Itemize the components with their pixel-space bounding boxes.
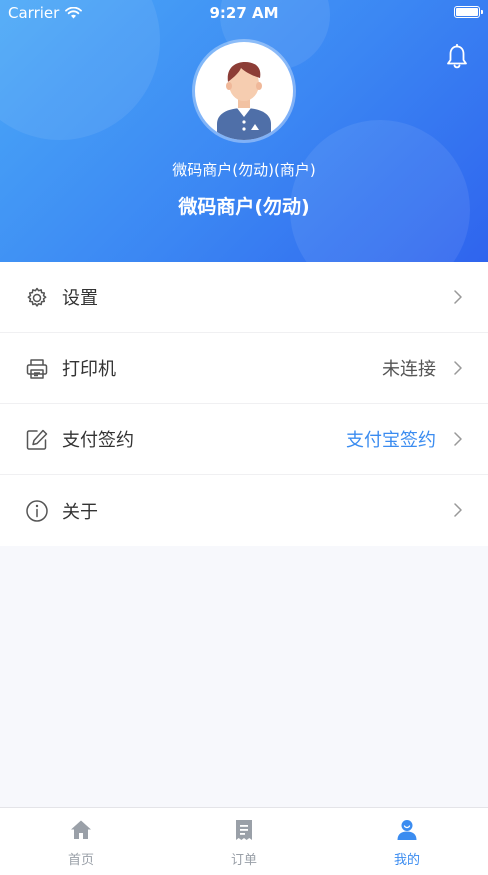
gear-icon: [27, 287, 47, 307]
tab-label: 首页: [67, 853, 94, 868]
alipay-contract-link[interactable]: 支付宝签约: [346, 426, 436, 452]
profile-name: 微码商户(勿动): [178, 196, 310, 218]
printer-icon: [26, 359, 48, 379]
tab-label: 我的: [393, 853, 420, 868]
tab-orders[interactable]: 订单: [163, 808, 325, 875]
menu-label: 支付签约: [62, 430, 134, 451]
status-time: 9:27 AM: [209, 4, 279, 22]
menu-list: 设置 打印机 未连接 支付签约 支付宝签约 关于: [0, 262, 488, 546]
menu-label: 打印机: [62, 359, 116, 380]
menu-item-settings[interactable]: 设置: [0, 262, 488, 333]
menu-item-about[interactable]: 关于: [0, 475, 488, 546]
menu-label: 设置: [62, 288, 98, 309]
menu-item-printer[interactable]: 打印机 未连接: [0, 333, 488, 404]
menu-item-payment-contract[interactable]: 支付签约 支付宝签约: [0, 404, 488, 475]
decorative-bubble: [290, 120, 470, 262]
info-icon: [26, 500, 48, 522]
bell-icon[interactable]: [446, 44, 468, 70]
tab-label: 订单: [230, 853, 257, 868]
chevron-right-icon: [454, 503, 462, 517]
profile-subtitle: 微码商户(勿动)(商户): [172, 161, 316, 179]
profile-icon: [397, 820, 417, 840]
tab-home[interactable]: 首页: [0, 808, 162, 875]
printer-status: 未连接: [382, 359, 436, 380]
user-avatar-icon: [217, 62, 271, 140]
battery-icon: [454, 6, 483, 18]
profile-header: Carrier 9:27 AM 微码商户(勿动)(商户) 微码商户(勿动): [0, 0, 488, 262]
chevron-right-icon: [454, 361, 462, 375]
tab-bar: 首页 订单 我的: [0, 807, 488, 875]
chevron-right-icon: [454, 290, 462, 304]
status-bar: Carrier 9:27 AM: [0, 0, 488, 26]
tab-mine[interactable]: 我的: [326, 808, 488, 875]
avatar[interactable]: [195, 42, 293, 140]
home-icon: [71, 820, 91, 839]
edit-icon: [26, 429, 48, 450]
chevron-right-icon: [454, 432, 462, 446]
order-icon: [236, 820, 252, 840]
menu-label: 关于: [62, 501, 98, 523]
